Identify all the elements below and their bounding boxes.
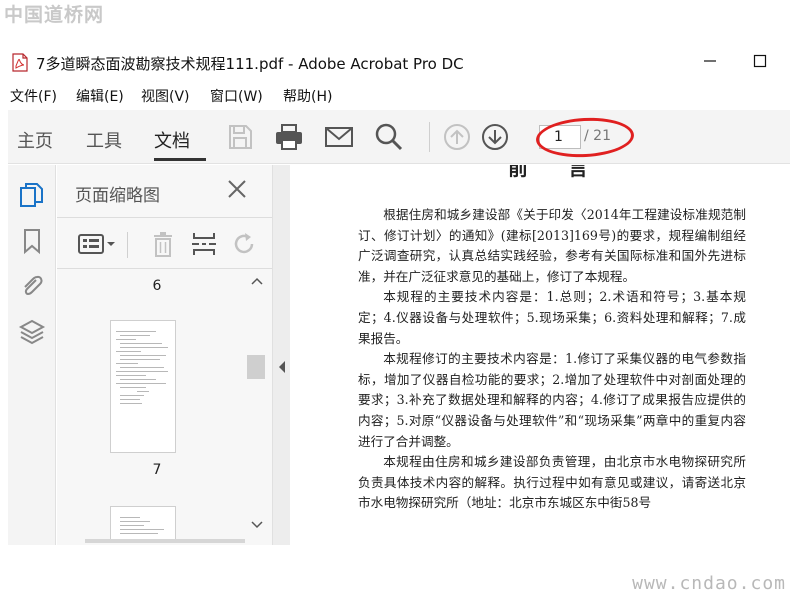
scroll-up-icon[interactable] <box>250 276 264 286</box>
page-down-icon[interactable] <box>479 121 511 153</box>
panel-toolbar-separator <box>127 232 128 258</box>
tab-tools[interactable]: 工具 <box>86 127 122 153</box>
window-right-edge <box>790 110 800 546</box>
menu-window[interactable]: 窗口(W) <box>210 86 263 106</box>
rotate-page-icon[interactable] <box>230 230 258 258</box>
menu-edit[interactable]: 编辑(E) <box>76 86 124 106</box>
page-thumbnail-8[interactable] <box>110 506 176 540</box>
minimize-button[interactable] <box>700 51 720 71</box>
annotation-circle <box>535 115 635 160</box>
page-thumbnails-icon[interactable] <box>18 181 46 209</box>
thumbnail-options-icon[interactable] <box>77 230 117 258</box>
watermark-bottom: www.cndao.com <box>632 573 786 594</box>
left-nav-bar <box>8 165 56 545</box>
paragraph-2: 本规程的主要技术内容是：1.总则；2.术语和符号；3.基本规定；4.仪器设备与处… <box>358 289 746 346</box>
bookmark-icon[interactable] <box>18 227 46 255</box>
thumbnail-list: 6 7 <box>57 270 247 540</box>
paragraph-4: 本规程由住房和城乡建设部负责管理，由北京市水电物探研究所负责具体技术内容的解释。… <box>358 454 746 511</box>
close-icon[interactable] <box>225 177 249 201</box>
watermark-top: 中国道桥网 <box>4 4 105 26</box>
main-toolbar: 主页 工具 文档 1 / 21 <box>8 110 790 164</box>
layers-icon[interactable] <box>18 317 46 345</box>
panel-toolbar <box>57 217 272 269</box>
paragraph-1: 根据住房和城乡建设部《关于印发〈2014年工程建设标准规范制订、修订计划〉的通知… <box>358 207 746 284</box>
page-label-7: 7 <box>152 462 162 478</box>
pdf-file-icon <box>12 53 28 72</box>
scrollbar-thumb[interactable] <box>247 355 265 379</box>
menu-view[interactable]: 视图(V) <box>141 86 190 106</box>
document-heading: 前言 <box>508 165 628 180</box>
scroll-down-icon[interactable] <box>250 520 264 530</box>
tab-document[interactable]: 文档 <box>154 127 190 153</box>
maximize-button[interactable] <box>750 51 770 71</box>
thumbnail-scrollbar[interactable] <box>247 270 267 540</box>
save-icon[interactable] <box>224 121 256 153</box>
active-tab-indicator <box>154 158 206 161</box>
delete-page-icon[interactable] <box>149 230 177 258</box>
page-up-icon[interactable] <box>441 121 473 153</box>
title-bar: 7多道瞬态面波勘察技术规程111.pdf - Adobe Acrobat Pro… <box>0 44 800 80</box>
thumbnail-panel: 页面缩略图 6 7 <box>57 165 272 545</box>
page-label-6: 6 <box>152 278 162 294</box>
panel-title: 页面缩略图 <box>75 186 160 206</box>
window-title: 7多道瞬态面波勘察技术规程111.pdf - Adobe Acrobat Pro… <box>36 55 464 73</box>
attachment-icon[interactable] <box>18 272 46 300</box>
collapse-arrow-icon[interactable] <box>278 361 286 373</box>
tab-home[interactable]: 主页 <box>17 127 53 153</box>
email-icon[interactable] <box>323 121 355 153</box>
insert-page-icon[interactable] <box>190 230 218 258</box>
search-icon[interactable] <box>373 121 405 153</box>
toolbar-separator <box>429 122 430 152</box>
panel-collapse-strip[interactable] <box>272 165 290 545</box>
paragraph-3: 本规程修订的主要技术内容是：1.修订了采集仪器的电气参数指标，增加了仪器自检功能… <box>358 351 746 449</box>
menu-help[interactable]: 帮助(H) <box>283 86 332 106</box>
document-body: 根据住房和城乡建设部《关于印发〈2014年工程建设标准规范制订、修订计划〉的通知… <box>358 205 746 514</box>
menu-bar: 文件(F) 编辑(E) 视图(V) 窗口(W) 帮助(H) <box>0 84 800 106</box>
print-icon[interactable] <box>273 121 305 153</box>
menu-file[interactable]: 文件(F) <box>10 86 57 106</box>
document-view: 前言 根据住房和城乡建设部《关于印发〈2014年工程建设标准规范制订、修订计划〉… <box>290 165 790 545</box>
horizontal-scrollbar[interactable] <box>85 539 245 543</box>
page-thumbnail-7[interactable] <box>110 320 176 453</box>
